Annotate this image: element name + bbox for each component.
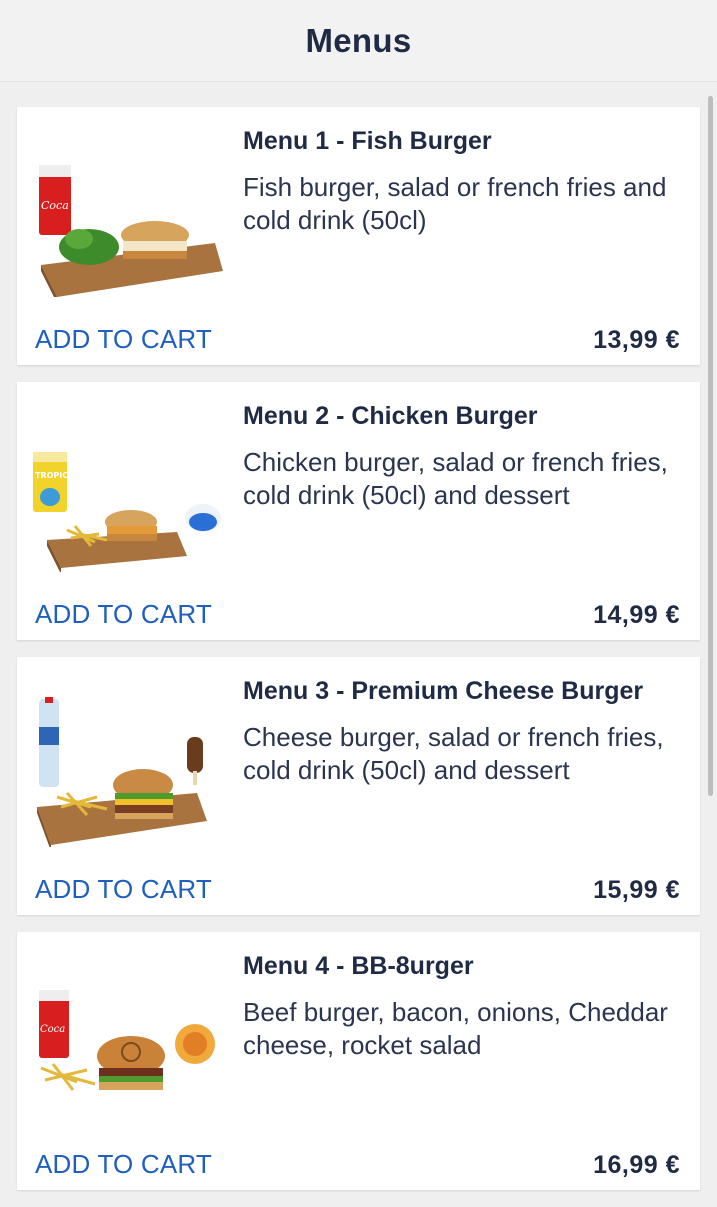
app-header: Menus	[0, 0, 717, 82]
menu-card: Coca Menu 4 - BB-8urger Beef burger, bac…	[17, 932, 700, 1190]
menu-description: Beef burger, bacon, onions, Cheddar chee…	[243, 997, 668, 1060]
page-title: Menus	[305, 21, 412, 59]
chicken-burger-meal-icon: TROPICO	[33, 452, 221, 572]
cheese-burger-meal-icon	[37, 697, 207, 847]
menu-card: TROPICO Menu 2 - Chicken Burger Chicken …	[17, 382, 700, 640]
menu-title: Menu 1 - Fish Burger	[243, 127, 492, 155]
menu-description: Fish burger, salad or french fries and c…	[243, 172, 667, 235]
menu-list: Coca Menu 1 - Fish Burger Fish burger, s…	[17, 107, 700, 1207]
bb8-burger-meal-icon: Coca	[39, 990, 215, 1091]
add-to-cart-button[interactable]: ADD TO CART	[35, 324, 212, 355]
menu-title: Menu 2 - Chicken Burger	[243, 402, 538, 430]
menu-price: 13,99 €	[593, 326, 680, 354]
menu-price: 15,99 €	[593, 876, 680, 904]
menu-price: 16,99 €	[593, 1151, 680, 1179]
fish-burger-meal-icon: Coca	[39, 165, 223, 297]
menu-card: Coca Menu 1 - Fish Burger Fish burger, s…	[17, 107, 700, 365]
svg-text:Coca: Coca	[41, 199, 69, 212]
svg-text:Coca: Coca	[40, 1024, 65, 1035]
add-to-cart-button[interactable]: ADD TO CART	[35, 1149, 212, 1180]
svg-text:TROPICO: TROPICO	[35, 471, 75, 480]
add-to-cart-button[interactable]: ADD TO CART	[35, 599, 212, 630]
menu-price: 14,99 €	[593, 601, 680, 629]
menu-title: Menu 4 - BB-8urger	[243, 952, 474, 980]
menu-description: Chicken burger, salad or french fries, c…	[243, 447, 668, 510]
scrollbar[interactable]	[708, 96, 713, 796]
add-to-cart-button[interactable]: ADD TO CART	[35, 874, 212, 905]
menu-card: Menu 3 - Premium Cheese Burger Cheese bu…	[17, 657, 700, 915]
menu-description: Cheese burger, salad or french fries, co…	[243, 722, 664, 785]
menu-title: Menu 3 - Premium Cheese Burger	[243, 677, 644, 705]
